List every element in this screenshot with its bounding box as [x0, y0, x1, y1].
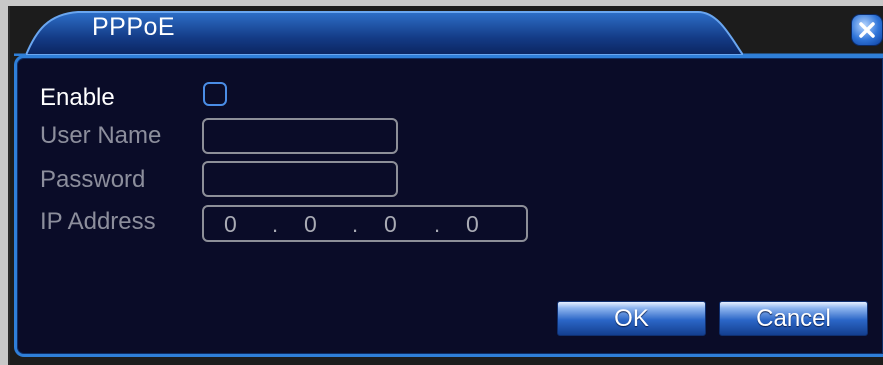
ip-octet-3[interactable]: 0	[384, 211, 397, 238]
ip-octet-1[interactable]: 0	[224, 211, 237, 238]
username-field[interactable]	[202, 118, 398, 154]
ip-separator: .	[434, 212, 441, 237]
ip-address-label: IP Address	[40, 208, 156, 235]
cancel-button[interactable]: Cancel	[719, 301, 868, 336]
enable-checkbox[interactable]	[203, 82, 227, 106]
close-x-icon	[859, 22, 875, 38]
ip-separator: .	[352, 212, 359, 237]
close-button[interactable]	[851, 14, 883, 46]
password-label: Password	[40, 166, 146, 193]
username-label: User Name	[40, 122, 162, 149]
ok-button[interactable]: OK	[557, 301, 706, 336]
ip-octet-4[interactable]: 0	[466, 211, 479, 238]
pppoe-dialog: PPPoE Enable User Name Password IP Addre…	[0, 0, 883, 365]
enable-label: Enable	[40, 84, 115, 111]
ip-separator: .	[272, 212, 279, 237]
password-field[interactable]	[202, 161, 398, 197]
ip-octet-2[interactable]: 0	[304, 211, 317, 238]
dialog-title: PPPoE	[92, 13, 176, 41]
ip-address-field[interactable]: 0 . 0 . 0 . 0	[202, 205, 528, 242]
